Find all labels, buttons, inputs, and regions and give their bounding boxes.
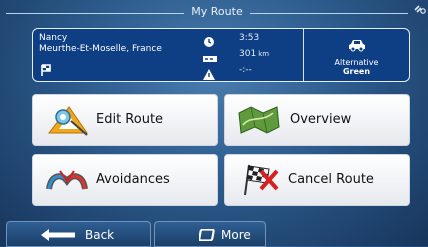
finish-flag-icon <box>39 62 53 76</box>
avoidances-icon <box>45 163 89 197</box>
destination-region: Meurthe-Et-Moselle, France <box>39 44 162 54</box>
avoidances-label: Avoidances <box>96 172 170 187</box>
warning-value: -:-- <box>239 65 252 75</box>
gps-satellite-icon <box>414 4 426 19</box>
distance-unit: km <box>258 50 270 58</box>
more-label: More <box>221 228 251 242</box>
travel-time: 3:53 <box>239 33 260 43</box>
edit-route-icon <box>47 103 91 137</box>
destination-city: Nancy <box>39 33 68 43</box>
page-title: My Route <box>191 5 243 18</box>
more-options-icon <box>199 229 215 241</box>
title-bar: My Route <box>0 3 428 23</box>
title-line-right <box>250 13 408 14</box>
back-label: Back <box>85 228 115 242</box>
cancel-route-button[interactable]: Cancel Route <box>224 154 410 206</box>
map-overview-icon <box>237 103 281 137</box>
destination-address: Nancy Meurthe-Et-Moselle, France <box>39 33 162 55</box>
arrow-left-icon <box>41 229 75 241</box>
clock-icon <box>203 33 217 47</box>
route-info-panel: Nancy Meurthe-Et-Moselle, France 3:53 30… <box>32 28 410 82</box>
warning-triangle-icon <box>203 65 217 80</box>
alternative-route-button[interactable]: Alternative Green <box>304 29 409 81</box>
cancel-route-label: Cancel Route <box>288 172 374 187</box>
road-distance-icon <box>203 49 217 62</box>
car-icon <box>348 37 366 52</box>
distance-value: 301 <box>239 49 257 59</box>
alternative-label: Alternative <box>334 58 379 67</box>
more-button[interactable]: More <box>154 221 266 247</box>
edit-route-button[interactable]: Edit Route <box>32 94 218 146</box>
overview-button[interactable]: Overview <box>224 94 410 146</box>
checkered-flag-cancel-icon <box>239 163 283 197</box>
title-line-left <box>6 13 184 14</box>
edit-route-label: Edit Route <box>96 112 164 127</box>
avoidances-button[interactable]: Avoidances <box>32 154 218 206</box>
back-button[interactable]: Back <box>6 221 151 247</box>
overview-label: Overview <box>290 112 352 127</box>
alternative-mode: Green <box>342 67 371 76</box>
